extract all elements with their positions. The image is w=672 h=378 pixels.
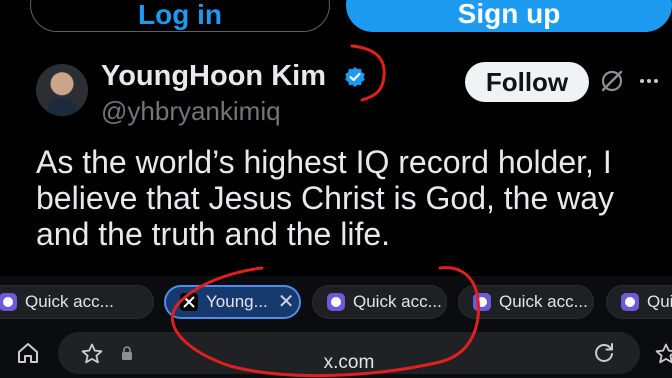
post-text: As the world’s highest IQ record holder,…: [36, 144, 615, 252]
tab-quick-access-4[interactable]: Quic: [606, 285, 672, 319]
close-tab-icon[interactable]: ✕: [278, 292, 295, 312]
url-text[interactable]: x.com: [58, 352, 640, 374]
avatar[interactable]: [36, 64, 88, 116]
follow-button[interactable]: Follow: [465, 62, 589, 102]
signup-button[interactable]: Sign up: [346, 0, 672, 32]
lock-icon: [122, 346, 132, 360]
user-handle[interactable]: @yhbryankimiq: [101, 96, 281, 127]
bookmark-star-icon[interactable]: [80, 342, 104, 366]
tab-quick-access-3[interactable]: Quick acc...: [458, 285, 594, 319]
grok-icon[interactable]: [599, 68, 625, 94]
auth-bar: Log in Sign up: [0, 0, 672, 44]
tab-younghoon[interactable]: Young... ✕: [164, 285, 301, 319]
login-button-label: Log in: [138, 0, 222, 30]
more-options-icon[interactable]: [638, 70, 660, 92]
tab-label: Quic: [647, 292, 672, 311]
x-logo-icon: [180, 293, 198, 311]
signup-button-label: Sign up: [457, 0, 561, 29]
tab-quick-access-2[interactable]: Quick acc...: [312, 285, 447, 319]
tab-quick-access-1[interactable]: Quick acc...: [0, 285, 154, 319]
browser-bottom-bar: x.com: [0, 326, 672, 378]
favorites-star-icon[interactable]: [654, 342, 672, 366]
login-button[interactable]: Log in: [30, 0, 330, 32]
home-icon[interactable]: [16, 342, 40, 364]
verified-badge-icon: [345, 67, 365, 87]
reload-icon[interactable]: [592, 341, 616, 365]
post: YoungHoon Kim @yhbryankimiq Follow As th…: [0, 44, 672, 276]
tab-label: Quick acc...: [499, 292, 588, 311]
display-name[interactable]: YoungHoon Kim: [101, 60, 326, 93]
quick-access-icon: [327, 293, 345, 311]
quick-access-icon: [473, 293, 491, 311]
browser-tab-strip: Quick acc... Young... ✕ Quick acc... Qui…: [0, 276, 672, 326]
tab-label: Quick acc...: [353, 292, 442, 311]
tab-label: Quick acc...: [25, 292, 114, 311]
address-bar[interactable]: x.com: [58, 332, 640, 374]
tab-label: Young...: [206, 292, 268, 311]
quick-access-icon: [0, 293, 17, 311]
quick-access-icon: [621, 293, 639, 311]
